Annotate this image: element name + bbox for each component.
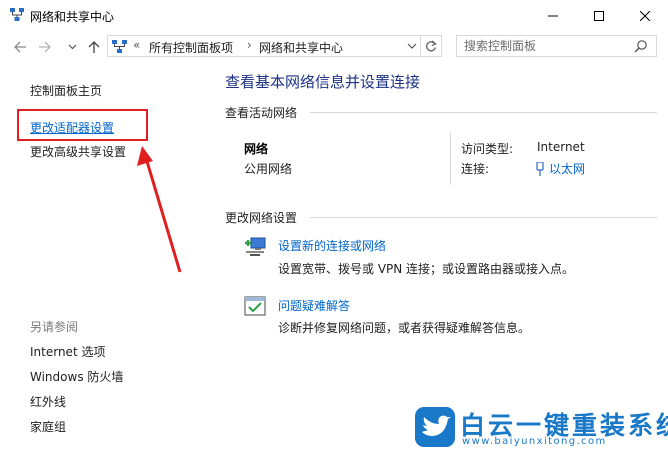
up-button[interactable] bbox=[86, 39, 102, 55]
back-button[interactable] bbox=[12, 39, 28, 55]
network-type-link[interactable]: 公用网络 bbox=[244, 160, 292, 177]
watermark-url: www.baiyunxitong.com bbox=[462, 436, 607, 447]
active-networks-heading: 查看活动网络 bbox=[225, 106, 298, 120]
network-name: 网络 bbox=[244, 142, 269, 156]
setup-new-connection-description: 设置宽带、拨号或 VPN 连接；或设置路由器或接入点。 bbox=[278, 262, 575, 276]
breadcrumb-separator[interactable]: › bbox=[247, 38, 252, 52]
ethernet-label[interactable]: 以太网 bbox=[549, 160, 585, 177]
window-title: 网络和共享中心 bbox=[30, 10, 115, 24]
close-button[interactable] bbox=[622, 0, 668, 31]
troubleshoot-problems-description: 诊断并修复网络问题，或者获得疑难解答信息。 bbox=[278, 321, 531, 335]
troubleshoot-problems-link[interactable]: 问题疑难解答 bbox=[278, 297, 350, 314]
refresh-button[interactable] bbox=[421, 35, 442, 57]
bird-logo-icon bbox=[415, 407, 455, 447]
refresh-icon bbox=[426, 40, 437, 52]
section-divider bbox=[310, 112, 657, 113]
minimize-icon bbox=[548, 15, 558, 16]
maximize-button[interactable] bbox=[576, 0, 622, 31]
forward-arrow-icon bbox=[38, 41, 51, 53]
see-also-heading: 另请参阅 bbox=[30, 320, 79, 334]
connections-label: 连接: bbox=[461, 162, 490, 176]
ethernet-icon bbox=[536, 161, 544, 176]
section-divider bbox=[310, 217, 657, 218]
address-bar[interactable]: « 所有控制面板项 › 网络和共享中心 bbox=[107, 35, 421, 57]
sidebar-link-windows-firewall[interactable]: Windows 防火墙 bbox=[30, 368, 123, 385]
page-title: 查看基本网络信息并设置连接 bbox=[225, 73, 421, 91]
title-bar: 网络和共享中心 bbox=[0, 0, 668, 31]
sidebar-link-homegroup[interactable]: 家庭组 bbox=[30, 418, 66, 435]
breadcrumb-network-sharing-center[interactable]: 网络和共享中心 bbox=[259, 39, 343, 56]
search-box[interactable] bbox=[456, 35, 657, 57]
address-dropdown-icon[interactable] bbox=[406, 40, 418, 52]
change-network-settings-heading: 更改网络设置 bbox=[225, 211, 298, 225]
sidebar-link-change-advanced-sharing[interactable]: 更改高级共享设置 bbox=[30, 143, 126, 160]
minimize-button[interactable] bbox=[530, 0, 576, 31]
sidebar-link-infrared[interactable]: 红外线 bbox=[30, 393, 66, 410]
sidebar-link-control-panel-home[interactable]: 控制面板主页 bbox=[30, 82, 102, 99]
annotation-highlight-box bbox=[17, 109, 148, 141]
main-content: 查看基本网络信息并设置连接 查看活动网络 网络 公用网络 访问类型: Inter… bbox=[210, 63, 668, 454]
forward-button[interactable] bbox=[36, 39, 52, 55]
access-type-value: Internet bbox=[537, 140, 585, 154]
troubleshoot-icon bbox=[244, 296, 266, 316]
ethernet-connection-link[interactable]: 以太网 bbox=[536, 160, 585, 177]
back-arrow-icon bbox=[13, 41, 26, 53]
control-panel-icon bbox=[112, 40, 127, 53]
breadcrumb-all-control-panel-items[interactable]: 所有控制面板项 bbox=[149, 39, 233, 56]
search-input[interactable] bbox=[457, 36, 632, 56]
up-arrow-icon bbox=[88, 40, 100, 53]
setup-new-connection-link[interactable]: 设置新的连接或网络 bbox=[278, 237, 386, 254]
close-icon bbox=[640, 10, 650, 21]
sidebar-link-internet-options[interactable]: Internet 选项 bbox=[30, 343, 105, 360]
access-type-label: 访问类型: bbox=[461, 142, 514, 156]
recent-locations-button[interactable] bbox=[64, 39, 80, 55]
network-center-icon bbox=[10, 8, 24, 21]
address-overflow[interactable]: « bbox=[133, 38, 140, 52]
chevron-down-icon bbox=[68, 44, 76, 50]
watermark: 白云一键重装系统 www.baiyunxitong.com bbox=[412, 404, 668, 452]
network-divider bbox=[450, 133, 451, 185]
search-icon[interactable] bbox=[634, 39, 648, 53]
new-connection-icon bbox=[245, 237, 266, 256]
maximize-icon bbox=[594, 10, 604, 21]
